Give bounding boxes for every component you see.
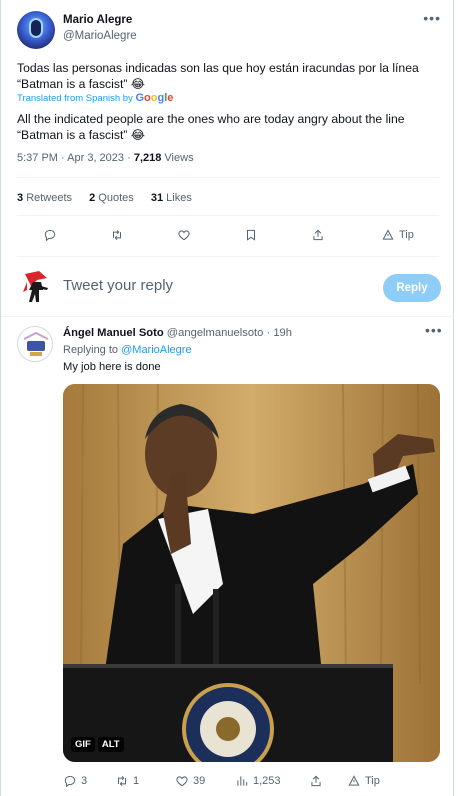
- tweet-header: Mario Alegre @MarioAlegre •••: [17, 10, 441, 50]
- user-avatar-icon: [23, 271, 48, 302]
- views-label: Views: [164, 152, 194, 164]
- tip-button[interactable]: Tip: [381, 228, 414, 242]
- retweets-stat[interactable]: 3 Retweets: [17, 192, 72, 204]
- reply-button[interactable]: [43, 228, 57, 242]
- more-icon[interactable]: •••: [423, 10, 441, 26]
- like-icon: [178, 230, 190, 241]
- reply-author-name[interactable]: Ángel Manuel Soto: [63, 327, 164, 339]
- tip-label: Tip: [365, 775, 380, 787]
- reply-reply-button[interactable]: 3: [63, 774, 87, 788]
- retweet-icon: [118, 775, 126, 787]
- views-icon: [237, 776, 248, 786]
- likes-count: 39: [193, 775, 206, 787]
- reply-input[interactable]: Tweet your reply: [63, 277, 173, 294]
- divider: [17, 215, 439, 216]
- gif-badge[interactable]: GIF: [71, 737, 95, 752]
- reply-tip-button[interactable]: Tip: [347, 774, 380, 788]
- bookmark-button[interactable]: [244, 228, 258, 242]
- gif-image: [63, 384, 440, 762]
- reply-actions: 3 1 39 1,253 Tip: [63, 774, 441, 788]
- reply-submit-button[interactable]: Reply: [383, 274, 441, 302]
- like-button[interactable]: [177, 228, 191, 242]
- google-logo: Google: [135, 92, 174, 104]
- share-icon: [313, 229, 323, 241]
- divider: [17, 256, 439, 257]
- quotes-stat[interactable]: 2 Quotes: [89, 192, 134, 204]
- quotes-count: 2: [89, 192, 96, 204]
- tweet-actions: Tip: [17, 228, 437, 246]
- likes-label: Likes: [166, 192, 192, 204]
- tweet-thread: Mario Alegre @MarioAlegre ••• Todas las …: [0, 0, 455, 796]
- share-icon: [311, 775, 321, 787]
- avatar-figure: [29, 18, 43, 38]
- likes-stat[interactable]: 31 Likes: [151, 192, 192, 204]
- retweets-label: Retweets: [26, 192, 73, 204]
- tweet-meta: 5:37 PM · Apr 3, 2023 · 7,218 Views: [17, 152, 194, 164]
- media-badges: GIF ALT: [71, 737, 124, 752]
- reply-icon: [44, 229, 56, 242]
- more-icon[interactable]: •••: [425, 322, 453, 338]
- reply-author-handle[interactable]: @angelmanuelsoto: [167, 327, 264, 339]
- engagement-stats: 3 Retweets 2 Quotes 31 Likes: [17, 192, 206, 204]
- reply-share-button[interactable]: [309, 774, 323, 788]
- tip-label: Tip: [399, 229, 414, 241]
- reply-author-line: Ángel Manuel Soto @angelmanuelsoto · 19h: [63, 327, 292, 339]
- reply-text: My job here is done: [63, 361, 161, 373]
- reply-retweet-button[interactable]: 1: [115, 774, 139, 788]
- retweet-button[interactable]: [110, 228, 124, 242]
- author-avatar[interactable]: [17, 11, 55, 49]
- author-handle[interactable]: @MarioAlegre: [63, 30, 137, 42]
- reply-views-button[interactable]: 1,253: [235, 774, 281, 788]
- like-icon: [176, 776, 188, 787]
- alt-badge[interactable]: ALT: [97, 737, 124, 752]
- quotes-label: Quotes: [98, 192, 134, 204]
- retweets-count: 1: [133, 775, 140, 787]
- tip-icon: [348, 775, 360, 786]
- translation-attribution[interactable]: Translated from Spanish by Google: [17, 92, 173, 104]
- translated-label: Translated from Spanish by: [17, 93, 133, 104]
- views-count: 1,253: [253, 775, 281, 787]
- retweets-count: 3: [17, 192, 24, 204]
- reply-icon: [64, 775, 76, 788]
- tweet-text-original: Todas las personas indicadas son las que…: [17, 61, 419, 91]
- replying-to-handle[interactable]: @MarioAlegre: [121, 344, 191, 356]
- avatar-emblem-icon: [19, 328, 52, 361]
- tweet-date[interactable]: Apr 3, 2023: [67, 152, 124, 164]
- gif-media[interactable]: GIF ALT: [63, 384, 440, 762]
- bookmark-icon: [247, 229, 255, 241]
- author-name[interactable]: Mario Alegre: [63, 14, 132, 26]
- views-count: 7,218: [133, 152, 162, 164]
- tweet-time[interactable]: 5:37 PM: [17, 152, 58, 164]
- replying-label: Replying to: [63, 344, 119, 356]
- current-user-avatar[interactable]: [17, 268, 55, 306]
- reply-author-avatar[interactable]: [17, 326, 53, 362]
- reply-age[interactable]: 19h: [273, 327, 292, 339]
- replying-to: Replying to @MarioAlegre: [63, 344, 192, 356]
- share-button[interactable]: [311, 228, 325, 242]
- reply-like-button[interactable]: 39: [175, 774, 205, 788]
- tweet-text-translated: All the indicated people are the ones wh…: [17, 112, 405, 142]
- divider: [1, 316, 455, 317]
- separator: ·: [266, 327, 271, 339]
- divider: [17, 177, 439, 178]
- retweet-icon: [113, 229, 121, 241]
- likes-count: 31: [150, 192, 164, 204]
- tip-icon: [382, 229, 394, 240]
- replies-count: 3: [81, 775, 88, 787]
